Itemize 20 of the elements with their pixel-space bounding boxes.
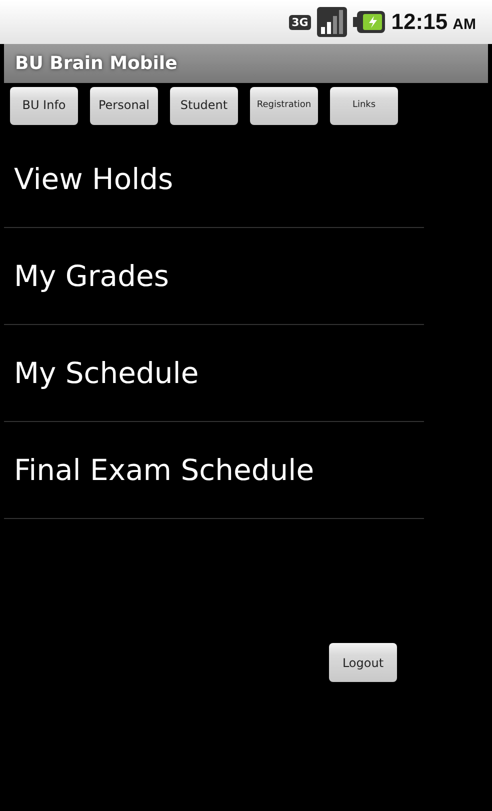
clock-meridiem: AM — [452, 16, 476, 33]
menu-item-label: Final Exam Schedule — [14, 453, 314, 487]
tab-button[interactable]: BU Info — [10, 87, 78, 125]
menu-item[interactable]: View Holds — [4, 131, 424, 228]
clock-time: 12:15 — [391, 9, 448, 34]
app-title: BU Brain Mobile — [15, 53, 178, 74]
menu-item[interactable]: My Schedule — [4, 325, 424, 422]
menu-item[interactable]: Final Exam Schedule — [4, 422, 424, 519]
network-indicator: 3G — [288, 14, 312, 30]
logout-button[interactable]: Logout — [329, 643, 397, 682]
battery-icon — [353, 11, 386, 33]
menu-item-label: View Holds — [14, 162, 174, 196]
tab-button[interactable]: Student — [170, 87, 238, 125]
tab-button[interactable]: Personal — [90, 87, 158, 125]
signal-icon — [317, 7, 348, 37]
menu-item-label: My Schedule — [14, 356, 199, 390]
tab-button[interactable]: Links — [330, 87, 398, 125]
tab-button[interactable]: Registration — [250, 87, 318, 125]
menu-item-label: My Grades — [14, 259, 169, 293]
menu-item[interactable]: My Grades — [4, 228, 424, 325]
